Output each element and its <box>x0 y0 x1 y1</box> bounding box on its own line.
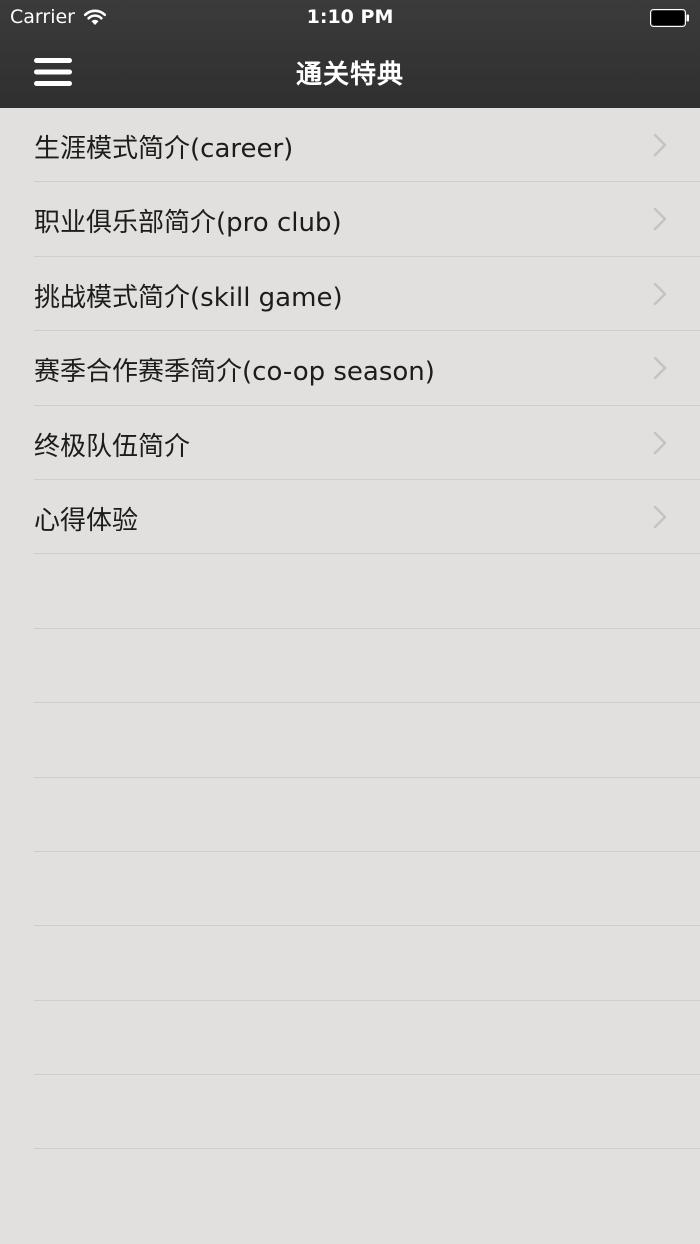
empty-row <box>0 1075 700 1150</box>
chevron-right-icon <box>653 133 667 157</box>
empty-row <box>0 554 700 630</box>
battery-icon <box>650 9 689 27</box>
list-item-label: 终极队伍简介 <box>34 431 191 462</box>
list-item-label: 赛季合作赛季简介(co-op season) <box>34 357 435 388</box>
header: Carrier 1:10 PM 通关特典 <box>0 0 700 108</box>
list-item-ultimate-team[interactable]: 终极队伍简介 <box>0 406 700 481</box>
list-item-label: 生涯模式简介(career) <box>34 134 294 164</box>
list-item-label: 职业俱乐部简介(pro club) <box>34 208 342 239</box>
navigation-bar: 通关特典 <box>0 36 700 108</box>
list-item-pro-club[interactable]: 职业俱乐部简介(pro club) <box>0 182 700 258</box>
list-item-label: 心得体验 <box>34 505 139 536</box>
empty-row <box>0 703 700 778</box>
status-time: 1:10 PM <box>306 6 394 28</box>
empty-row <box>0 629 700 704</box>
list-item-label: 挑战模式简介(skill game) <box>34 282 343 313</box>
empty-row <box>0 1001 700 1076</box>
chevron-right-icon <box>653 282 667 305</box>
status-bar: Carrier 1:10 PM <box>0 0 700 36</box>
chevron-right-icon <box>653 431 667 454</box>
empty-row <box>0 926 700 1002</box>
list-item-career[interactable]: 生涯模式简介(career) <box>0 108 700 183</box>
page-title: 通关特典 <box>295 60 404 90</box>
list-item-skill-game[interactable]: 挑战模式简介(skill game) <box>0 257 700 332</box>
empty-row <box>0 778 700 853</box>
chevron-right-icon <box>653 505 667 529</box>
chevron-right-icon <box>653 356 667 380</box>
menu-list: 生涯模式简介(career) 职业俱乐部简介(pro club) 挑战模式简介(… <box>0 108 700 1150</box>
list-item-co-op-season[interactable]: 赛季合作赛季简介(co-op season) <box>0 331 700 406</box>
list-item-experience[interactable]: 心得体验 <box>0 480 700 555</box>
chevron-right-icon <box>653 208 667 231</box>
empty-row <box>0 852 700 927</box>
